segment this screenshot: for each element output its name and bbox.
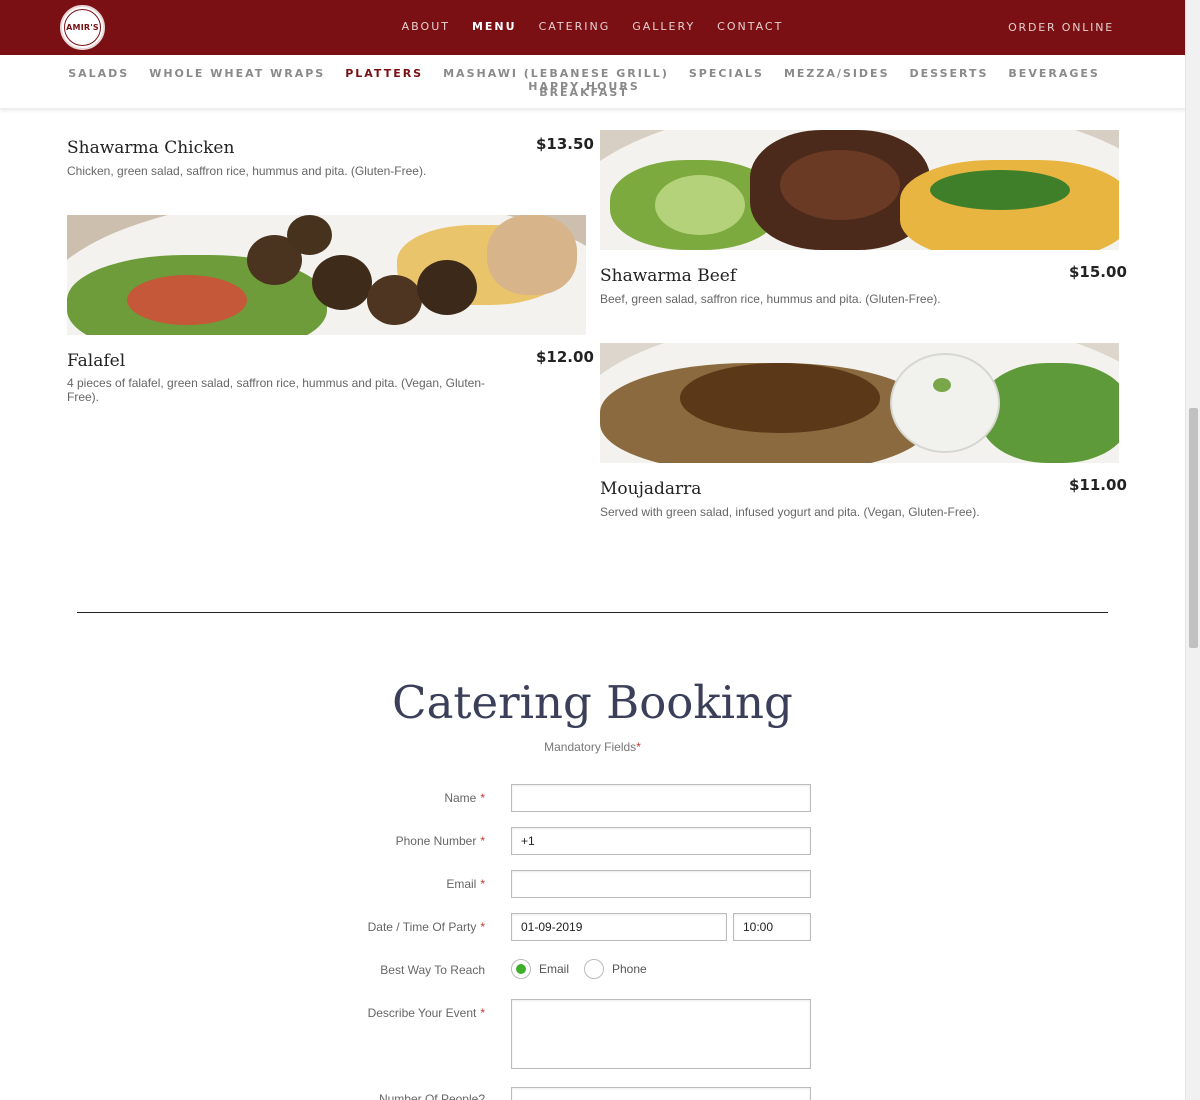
category-nav: SALADS WHOLE WHEAT WRAPS PLATTERS MASHAW… [0,55,1185,109]
date-time-label: Date / Time Of Party * [368,920,485,934]
category-whole-wheat-wraps[interactable]: WHOLE WHEAT WRAPS [149,67,325,80]
falafel-photo [67,215,586,335]
scrollbar-thumb[interactable] [1189,408,1198,648]
salad-shape [980,363,1119,463]
name-input[interactable] [511,784,811,812]
nav-gallery[interactable]: GALLERY [632,20,695,33]
pita-shape [487,215,577,295]
reach-email-label[interactable]: Email [539,962,569,976]
required-star: * [480,1006,485,1020]
email-label-text: Email [446,877,477,891]
item-title-falafel: Falafel [67,351,126,371]
item-desc-shawarma-beef: Beef, green salad, saffron rice, hummus … [600,292,941,306]
required-star: * [636,740,641,754]
phone-input[interactable]: +1 [511,827,811,855]
yogurt-cup [890,353,1000,453]
cucumber-slice [933,378,951,392]
moujadarra-photo [600,343,1119,463]
falafel-ball [287,215,332,255]
category-platters[interactable]: PLATTERS [345,67,423,80]
nav-menu[interactable]: MENU [472,20,517,33]
section-divider [77,612,1108,613]
booking-title: Catering Booking [392,676,793,729]
category-desserts[interactable]: DESSERTS [910,67,989,80]
tomato-shape [127,275,247,325]
phone-label: Phone Number * [396,834,485,848]
reach-phone-radio[interactable] [584,959,604,979]
falafel-ball [417,260,477,315]
top-navbar: AMIR'S ABOUT MENU CATERING GALLERY CONTA… [0,0,1185,55]
category-mashawi[interactable]: MASHAWI (LEBANESE GRILL) [443,67,669,80]
name-label: Name * [444,791,485,805]
required-star: * [480,920,485,934]
item-price-shawarma-chicken: $13.50 [536,135,594,153]
category-breakfast[interactable]: BREAKFAST [539,86,629,99]
name-label-text: Name [444,791,477,805]
nav-catering[interactable]: CATERING [539,20,611,33]
item-desc-falafel: 4 pieces of falafel, green salad, saffro… [67,376,486,404]
category-beverages[interactable]: BEVERAGES [1008,67,1099,80]
item-desc-moujadarra: Served with green salad, infused yogurt … [600,505,980,519]
salad-highlight [655,175,745,235]
describe-textarea[interactable] [511,999,811,1069]
item-title-shawarma-beef: Shawarma Beef [600,266,737,286]
onions-shape [680,363,880,433]
item-title-moujadarra: Moujadarra [600,479,702,499]
parsley-shape [930,170,1070,210]
required-star: * [480,834,485,848]
shawarma-beef-photo [600,130,1119,250]
falafel-ball [312,255,372,310]
nav-about[interactable]: ABOUT [402,20,450,33]
order-online-link[interactable]: ORDER ONLINE [1008,21,1114,34]
beef-highlight [780,150,900,220]
describe-label: Describe Your Event * [368,1006,485,1020]
reach-phone-label[interactable]: Phone [612,962,647,976]
category-row: BREAKFAST [34,86,1134,99]
people-input[interactable] [511,1087,811,1100]
describe-label-text: Describe Your Event [367,1006,477,1020]
item-price-falafel: $12.00 [536,348,594,366]
mandatory-note: Mandatory Fields* [0,740,1185,754]
mandatory-text: Mandatory Fields [544,740,637,754]
date-time-label-text: Date / Time Of Party [367,920,477,934]
page-scrollbar[interactable] [1185,0,1200,1100]
reach-label: Best Way To Reach [380,963,485,977]
email-label: Email * [446,877,485,891]
item-price-shawarma-beef: $15.00 [1069,263,1127,281]
category-specials[interactable]: SPECIALS [689,67,764,80]
required-star: * [480,791,485,805]
falafel-ball [367,275,422,325]
time-input[interactable]: 10:00 [733,913,811,941]
nav-contact[interactable]: CONTACT [717,20,783,33]
item-title-shawarma-chicken: Shawarma Chicken [67,138,235,158]
phone-label-text: Phone Number [395,834,477,848]
item-price-moujadarra: $11.00 [1069,476,1127,494]
item-desc-shawarma-chicken: Chicken, green salad, saffron rice, humm… [67,164,427,178]
category-mezza-sides[interactable]: MEZZA/SIDES [784,67,890,80]
people-label: Number Of People? [379,1092,485,1100]
category-salads[interactable]: SALADS [68,67,129,80]
required-star: * [480,877,485,891]
reach-email-radio[interactable] [511,959,531,979]
people-label-text: Number Of People? [378,1092,485,1100]
email-input[interactable] [511,870,811,898]
date-input[interactable]: 01-09-2019 [511,913,727,941]
